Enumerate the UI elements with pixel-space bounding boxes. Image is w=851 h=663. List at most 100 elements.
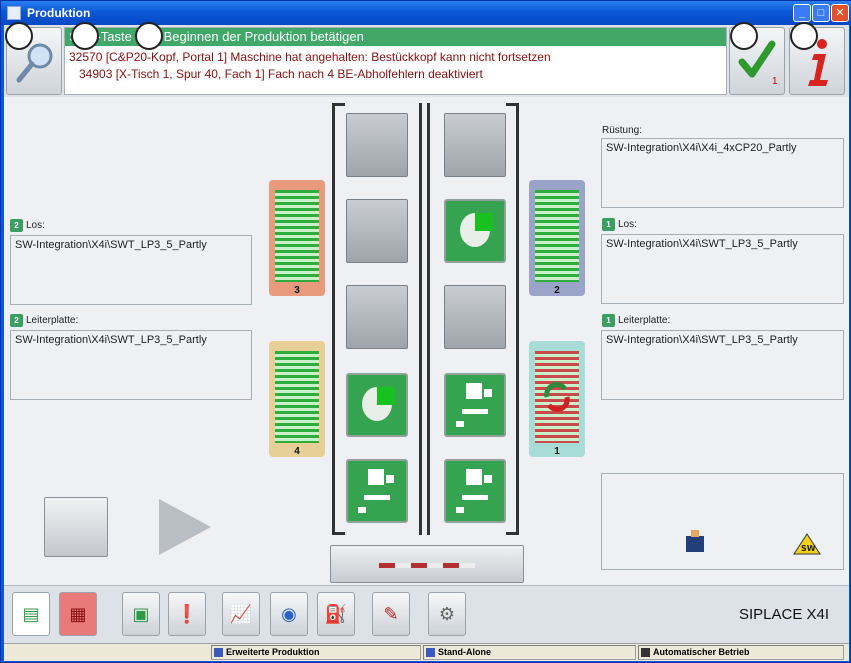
tool-oil-button[interactable]: ⛽ bbox=[317, 592, 355, 636]
pcb-board-in-progress[interactable] bbox=[346, 373, 408, 437]
feeder-number: 4 bbox=[294, 446, 300, 457]
los-field-right[interactable]: SW-Integration\X4i\SWT_LP3_5_Partly bbox=[601, 234, 844, 304]
feeder-slot bbox=[535, 438, 579, 441]
chart-icon: 📈 bbox=[229, 604, 253, 624]
product-name: SIPLACE X4I bbox=[739, 606, 830, 623]
machine-icon bbox=[426, 648, 435, 657]
grid-icon: ▦ bbox=[69, 604, 87, 624]
leiterplatte-field-right[interactable]: SW-Integration\X4i\SWT_LP3_5_Partly bbox=[601, 330, 844, 400]
user-icon bbox=[214, 648, 223, 657]
close-button[interactable]: ✕ bbox=[831, 4, 849, 22]
error-message-2[interactable]: 34903 [X-Tisch 1, Spur 40, Fach 1] Fach … bbox=[79, 67, 483, 81]
feeder-slot bbox=[275, 432, 319, 435]
track-badge-icon: 2 bbox=[10, 219, 23, 232]
feeder-slot bbox=[275, 253, 319, 256]
marker-circle bbox=[71, 22, 99, 50]
marker-circle bbox=[790, 22, 818, 50]
leiterplatte-label: Leiterplatte: bbox=[26, 315, 79, 326]
feeder-table-1[interactable]: 1 bbox=[529, 341, 585, 457]
conveyor-slot-empty[interactable] bbox=[444, 285, 506, 349]
feeder-slot bbox=[275, 378, 319, 381]
production-view: 2 Los: SW-Integration\X4i\SWT_LP3_5_Part… bbox=[4, 97, 849, 585]
feeder-slot bbox=[535, 229, 579, 232]
conveyor-slot-empty[interactable] bbox=[444, 113, 506, 177]
feeder-slot bbox=[535, 366, 579, 369]
tool-camera-button[interactable]: ◉ bbox=[270, 592, 308, 636]
los-field-left[interactable]: SW-Integration\X4i\SWT_LP3_5_Partly bbox=[10, 235, 252, 305]
feeder-slot bbox=[275, 199, 319, 202]
title-bar[interactable]: Produktion _ □ ✕ bbox=[1, 1, 851, 25]
tool-service-button[interactable]: ✎ bbox=[372, 592, 410, 636]
status-bar: Erweiterte Produktion Stand-Alone Automa… bbox=[4, 643, 849, 661]
camera-icon: ◉ bbox=[281, 604, 297, 624]
status-line-mode-text: Stand-Alone bbox=[438, 647, 491, 657]
marker-circle bbox=[5, 22, 33, 50]
track-badge-icon: 1 bbox=[602, 314, 615, 327]
feeder-slot bbox=[535, 193, 579, 196]
minimize-button[interactable]: _ bbox=[793, 4, 811, 22]
feeder-slot bbox=[275, 229, 319, 232]
pcb-board[interactable] bbox=[444, 459, 506, 523]
transport-bar-icon bbox=[379, 563, 475, 568]
start-button[interactable] bbox=[159, 499, 211, 555]
feeder-slot bbox=[535, 271, 579, 274]
tool-board-button[interactable]: ▣ bbox=[122, 592, 160, 636]
tool-settings-button[interactable]: ⚙ bbox=[428, 592, 466, 636]
pcb-board-in-progress[interactable] bbox=[444, 199, 506, 263]
conveyor-slot-empty[interactable] bbox=[346, 199, 408, 263]
conveyor-slot-empty[interactable] bbox=[346, 285, 408, 349]
money-stack-icon: ▤ bbox=[22, 604, 40, 624]
conveyor-rail bbox=[332, 103, 335, 535]
status-line-mode: Stand-Alone bbox=[423, 645, 636, 660]
rail-cap bbox=[332, 103, 345, 106]
feeder-slot bbox=[275, 438, 319, 441]
tool-statistics-button[interactable]: 📈 bbox=[222, 592, 260, 636]
refresh-icon bbox=[544, 382, 570, 412]
feeder-slot bbox=[275, 259, 319, 262]
los-label-right: Los: bbox=[618, 219, 637, 230]
acknowledge-button[interactable]: 1 bbox=[729, 22, 785, 95]
oil-can-icon: ⛽ bbox=[324, 604, 348, 624]
error-message-1[interactable]: 32570 [C&P20-Kopf, Portal 1] Maschine ha… bbox=[69, 50, 551, 64]
stop-button[interactable] bbox=[44, 497, 108, 557]
status-mode-text: Erweiterte Produktion bbox=[226, 647, 320, 657]
tool-messages-button[interactable]: ❗ bbox=[168, 592, 206, 636]
conveyor-slot-empty[interactable] bbox=[346, 113, 408, 177]
feeder-slot bbox=[535, 247, 579, 250]
transport-button[interactable] bbox=[330, 545, 524, 583]
feeder-slot bbox=[535, 235, 579, 238]
feeder-slot bbox=[275, 265, 319, 268]
feeder-slot bbox=[535, 199, 579, 202]
feeder-slot bbox=[275, 402, 319, 405]
marker-circle bbox=[135, 22, 163, 50]
feeder-table-2[interactable]: 2 bbox=[529, 180, 585, 296]
maximize-button[interactable]: □ bbox=[812, 4, 830, 22]
feeder-number: 2 bbox=[554, 285, 560, 296]
feeder-slot bbox=[275, 390, 319, 393]
leiterplatte-field-left[interactable]: SW-Integration\X4i\SWT_LP3_5_Partly bbox=[10, 330, 252, 400]
board-icon: ▣ bbox=[132, 604, 150, 624]
pcb-board[interactable] bbox=[346, 459, 408, 523]
tool-feeder-grid-button[interactable]: ▦ bbox=[59, 592, 97, 636]
screwdriver-icon: ✎ bbox=[383, 604, 399, 624]
ruestung-field[interactable]: SW-Integration\X4i\X4i_4xCP20_Partly bbox=[601, 138, 844, 208]
feeder-slot bbox=[275, 426, 319, 429]
conveyor-rail bbox=[427, 103, 430, 535]
search-button[interactable] bbox=[5, 22, 62, 95]
app-icon bbox=[7, 6, 21, 20]
feeder-number: 1 bbox=[554, 446, 560, 457]
feeder-table-3[interactable]: 3 bbox=[269, 180, 325, 296]
feeder-slot bbox=[275, 205, 319, 208]
info-button[interactable] bbox=[789, 22, 845, 95]
window-frame: Produktion _ □ ✕ Start-Taste zum Beginne… bbox=[0, 0, 851, 663]
feeder-slot bbox=[535, 432, 579, 435]
feeder-table-4[interactable]: 4 bbox=[269, 341, 325, 457]
feeder-slot bbox=[275, 408, 319, 411]
feeder-slot bbox=[535, 372, 579, 375]
feeder-slot bbox=[275, 384, 319, 387]
feeder-slot bbox=[275, 354, 319, 357]
pcb-board[interactable] bbox=[444, 373, 506, 437]
tool-production-button[interactable]: ▤ bbox=[12, 592, 50, 636]
message-strip: Start-Taste zum Beginnen der Produktion … bbox=[4, 22, 849, 97]
marker-circle bbox=[730, 22, 758, 50]
